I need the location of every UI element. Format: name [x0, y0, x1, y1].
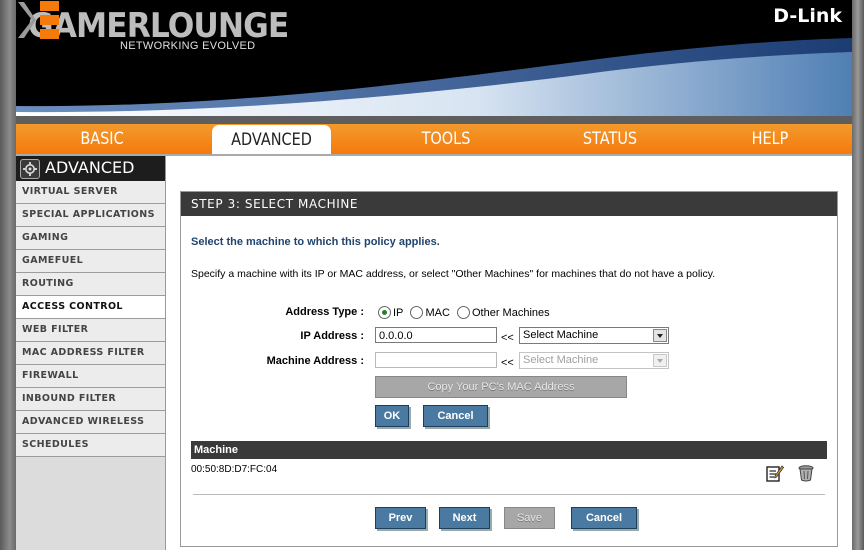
address-type-mac-label: MAC — [425, 306, 450, 319]
sidebar-item-access-control[interactable]: ACCESS CONTROL — [16, 296, 165, 319]
window-frame-left — [0, 0, 16, 550]
address-type-other-radio[interactable] — [456, 306, 470, 319]
address-type-ip-label: IP — [393, 306, 404, 319]
cancel-button[interactable]: Cancel — [423, 405, 488, 427]
sidebar-item-special-applications[interactable]: SPECIAL APPLICATIONS — [16, 204, 165, 227]
sidebar-header: ADVANCED — [16, 156, 165, 181]
table-divider — [193, 494, 825, 495]
edit-icon[interactable] — [766, 464, 784, 482]
mac-select-machine-dropdown[interactable]: Select Machine — [519, 352, 669, 369]
sidebar-item-web-filter[interactable]: WEB FILTER — [16, 319, 165, 342]
machine-address-input[interactable] — [375, 352, 497, 368]
sidebar-item-gaming[interactable]: GAMING — [16, 227, 165, 250]
step-3-panel: STEP 3: SELECT MACHINE Select the machin… — [180, 191, 838, 547]
tab-advanced-label: ADVANCED — [231, 130, 312, 150]
ip-address-label: IP Address : — [300, 330, 364, 342]
banner: GAMERLOUNGE NETWORKING EVOLVED D-Link — [16, 0, 852, 116]
mac-select-value: Select Machine — [523, 354, 599, 366]
ip-select-machine-dropdown[interactable]: Select Machine — [519, 327, 669, 344]
address-type-other-label: Other Machines — [471, 306, 550, 319]
sidebar-title: ADVANCED — [45, 158, 135, 177]
sidebar-item-virtual-server[interactable]: VIRTUAL SERVER — [16, 181, 165, 204]
gamerlounge-logo-icon — [18, 1, 59, 39]
sidebar-item-gamefuel[interactable]: GAMEFUEL — [16, 250, 165, 273]
machine-address-label: Machine Address : — [266, 355, 364, 367]
footer-cancel-button[interactable]: Cancel — [571, 507, 637, 529]
tab-advanced[interactable]: ADVANCED — [212, 125, 331, 154]
sidebar-item-routing[interactable]: ROUTING — [16, 273, 165, 296]
dlink-logo: D-Link — [773, 5, 842, 27]
tab-help[interactable]: HELP — [700, 124, 839, 154]
machine-table-header: Machine — [191, 441, 827, 459]
ip-copy-arrow: << — [501, 332, 514, 344]
sidebar-menu: VIRTUAL SERVER SPECIAL APPLICATIONS GAMI… — [16, 181, 165, 457]
copy-mac-button[interactable]: Copy Your PC's MAC Address — [375, 376, 627, 398]
ip-select-value: Select Machine — [523, 329, 599, 341]
chevron-down-icon — [653, 354, 667, 367]
mac-copy-arrow: << — [501, 357, 514, 369]
ip-address-input[interactable]: 0.0.0.0 — [375, 327, 497, 343]
top-nav: BASIC ADVANCED TOOLS STATUS HELP — [16, 116, 852, 154]
gear-icon — [20, 159, 40, 179]
address-type-label: Address Type : — [285, 306, 364, 318]
trash-icon[interactable] — [797, 464, 815, 482]
window-frame-right — [852, 0, 864, 550]
chevron-down-icon — [653, 329, 667, 342]
tab-basic[interactable]: BASIC — [29, 124, 175, 154]
tab-tools[interactable]: TOOLS — [370, 124, 523, 154]
sidebar-item-mac-address-filter[interactable]: MAC ADDRESS FILTER — [16, 342, 165, 365]
description-text: Specify a machine with its IP or MAC add… — [191, 268, 716, 280]
ok-button[interactable]: OK — [375, 405, 409, 427]
next-button[interactable]: Next — [439, 507, 490, 529]
address-type-radio-group: IP MAC Other Machines — [378, 306, 554, 319]
save-button[interactable]: Save — [504, 507, 555, 529]
logo-tagline: NETWORKING EVOLVED — [120, 40, 256, 52]
sidebar-item-firewall[interactable]: FIREWALL — [16, 365, 165, 388]
sidebar-item-inbound-filter[interactable]: INBOUND FILTER — [16, 388, 165, 411]
machine-row: 00:50:8D:D7:FC:04 — [191, 464, 278, 475]
sidebar-item-schedules[interactable]: SCHEDULES — [16, 434, 165, 457]
prev-button[interactable]: Prev — [375, 507, 426, 529]
intro-text: Select the machine to which this policy … — [191, 236, 440, 248]
tab-status[interactable]: STATUS — [537, 124, 683, 154]
sidebar-item-advanced-wireless[interactable]: ADVANCED WIRELESS — [16, 411, 165, 434]
address-type-mac-radio[interactable] — [410, 306, 424, 319]
address-type-ip-radio[interactable] — [378, 306, 391, 319]
panel-title: STEP 3: SELECT MACHINE — [181, 192, 837, 216]
sidebar: ADVANCED VIRTUAL SERVER SPECIAL APPLICAT… — [16, 156, 166, 550]
